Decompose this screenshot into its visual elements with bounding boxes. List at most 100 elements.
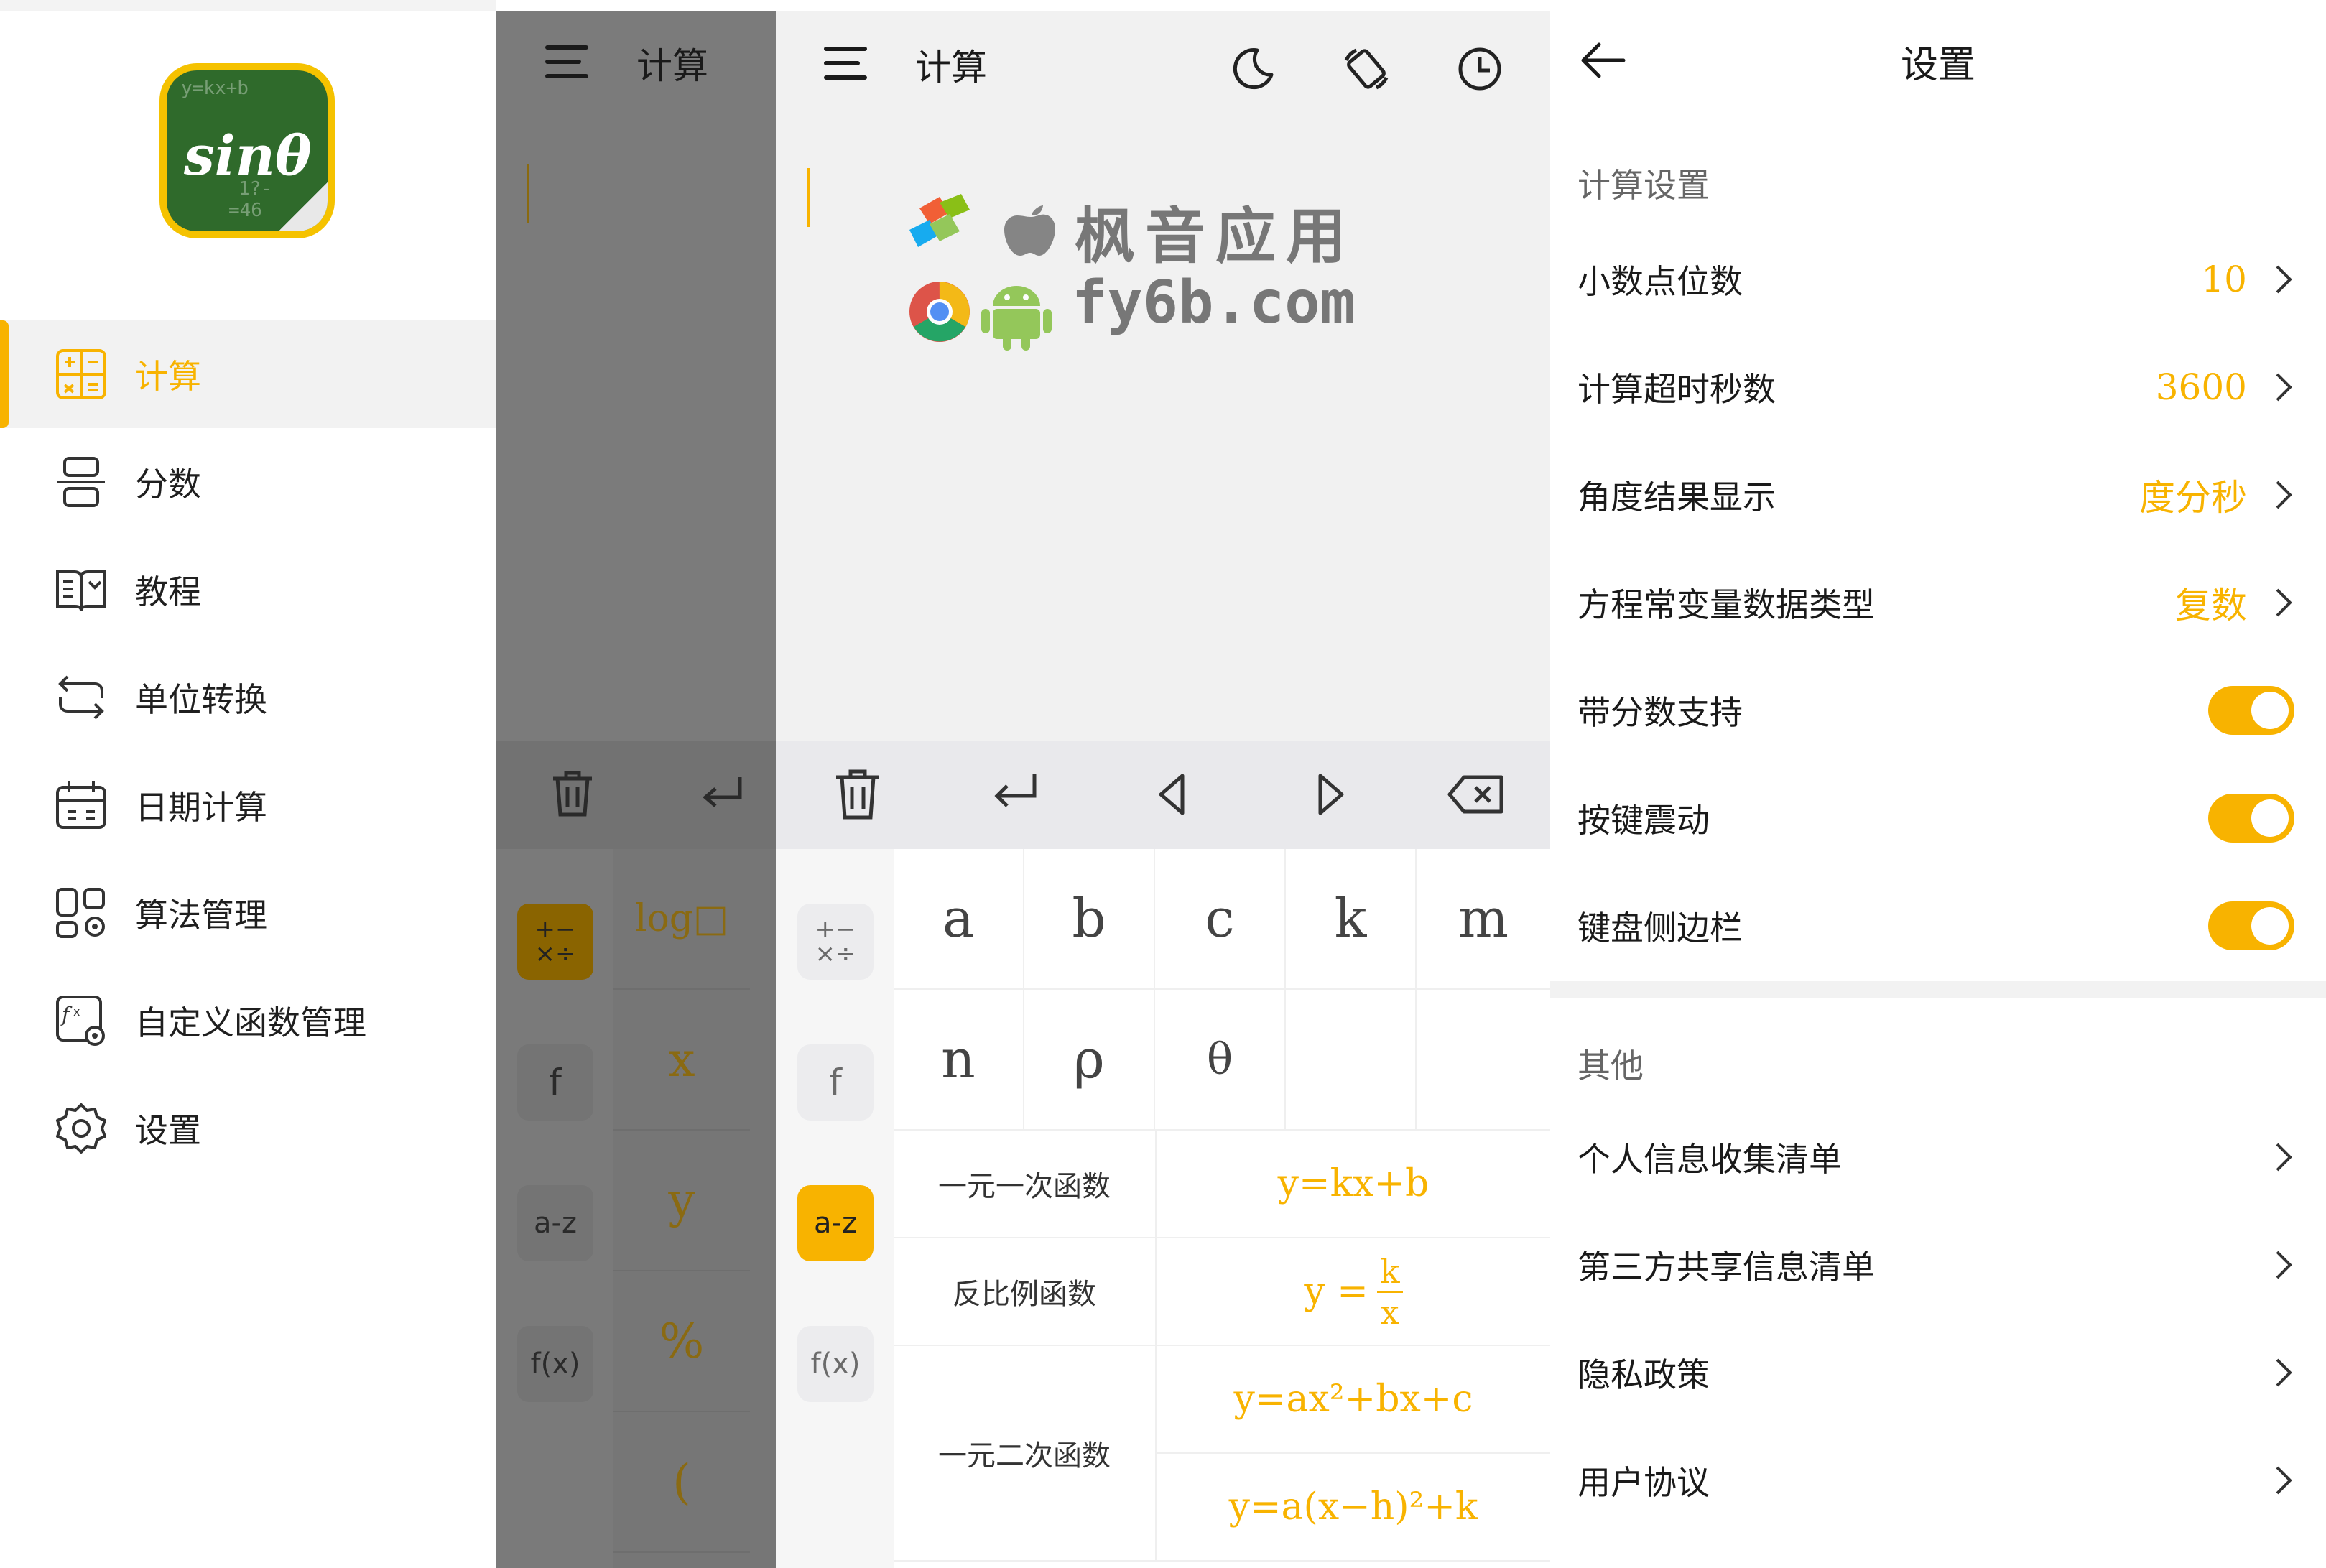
drawer-item-algorithm[interactable]: 算法管理 [0, 859, 496, 967]
fraction: k x [1377, 1255, 1403, 1329]
navigation-drawer: y=kx+b 1?- =46 sinθ 计算 分数 教程 [0, 0, 496, 1568]
history-clock-icon[interactable] [1455, 45, 1504, 93]
calculator-grid-icon [55, 348, 108, 401]
formula-linear[interactable]: y=kx+b [1157, 1131, 1550, 1238]
drawer-item-label: 算法管理 [135, 889, 267, 937]
drawer-item-tutorial[interactable]: 教程 [0, 536, 496, 644]
drawer-item-fraction[interactable]: 分数 [0, 428, 496, 536]
formula-inverse[interactable]: y = k x [1157, 1238, 1550, 1346]
chevron-right-icon [2273, 371, 2294, 403]
drawer-item-calculate[interactable]: 计算 [0, 320, 496, 428]
dimmed-calculator[interactable]: 计算 +− ×÷ f a-z f(x) log□ x y % ( [496, 11, 776, 1568]
backspace-icon[interactable] [1444, 766, 1509, 823]
setting-equation-type[interactable]: 方程常变量数据类型 复数 [1550, 549, 2326, 657]
chevron-right-icon [2273, 1465, 2294, 1496]
variable-keyboard: a b c k m n ρ θ 一元一次函数 y=kx+b 反比例函数 y = … [894, 849, 1550, 1568]
theme-moon-icon[interactable] [1228, 45, 1277, 93]
cursor-right-icon[interactable] [1300, 766, 1358, 823]
setting-timeout[interactable]: 计算超时秒数 3600 [1550, 333, 2326, 441]
key-var-n[interactable]: n [894, 990, 1024, 1131]
sidebar-f-button[interactable]: f [517, 1044, 593, 1121]
key-percent[interactable]: % [613, 1271, 750, 1412]
keyboard-sidebar-toggle[interactable] [2208, 901, 2294, 950]
setting-user-agreement[interactable]: 用户协议 [1550, 1426, 2326, 1534]
setting-label: 按键震动 [1577, 794, 1710, 842]
drawer-item-label: 分数 [135, 458, 201, 506]
status-strip [0, 0, 496, 11]
key-y[interactable]: y [613, 1131, 750, 1271]
drawer-item-date-calc[interactable]: 日期计算 [0, 751, 496, 859]
key-x[interactable]: x [613, 990, 750, 1131]
drawer-item-unit-convert[interactable]: 单位转换 [0, 644, 496, 751]
cursor-left-icon[interactable] [1145, 766, 1203, 823]
key-var-b[interactable]: b [1024, 849, 1155, 990]
chevron-right-icon [2273, 479, 2294, 511]
toggle-knob [2251, 799, 2289, 837]
formula-lhs: y = [1304, 1270, 1368, 1313]
key-var-rho[interactable]: ρ [1024, 990, 1155, 1131]
sidebar-f-button[interactable]: f [797, 1044, 874, 1121]
key-empty [1417, 990, 1550, 1131]
trash-icon[interactable] [829, 766, 886, 823]
drawer-item-settings[interactable]: 设置 [0, 1075, 496, 1182]
setting-third-party-sharing[interactable]: 第三方共享信息清单 [1550, 1211, 2326, 1319]
key-var-m[interactable]: m [1417, 849, 1550, 990]
function-name-inverse: 反比例函数 [894, 1238, 1157, 1346]
algorithm-grid-icon [55, 886, 108, 940]
function-name-linear: 一元一次函数 [894, 1131, 1157, 1238]
drawer-item-label: 日期计算 [135, 781, 267, 829]
gear-icon [55, 1102, 108, 1155]
formula-quadratic-standard[interactable]: y=ax²+bx+c [1157, 1346, 1550, 1454]
key-empty [1286, 990, 1417, 1131]
sidebar-operators-button[interactable]: +− ×÷ [517, 904, 593, 980]
key-var-theta[interactable]: θ [1155, 990, 1286, 1131]
key-log[interactable]: log□ [613, 849, 750, 990]
drawer-item-label: 教程 [135, 566, 201, 613]
sidebar-fx-button[interactable]: f(x) [797, 1326, 874, 1402]
section-title-calc: 计算设置 [1577, 159, 1710, 207]
key-open-paren[interactable]: ( [613, 1412, 750, 1553]
key-var-a[interactable]: a [894, 849, 1024, 990]
setting-keyboard-sidebar: 键盘侧边栏 [1550, 872, 2326, 980]
fraction-numerator: k [1377, 1255, 1403, 1293]
key-vibration-toggle[interactable] [2208, 794, 2294, 843]
chevron-right-icon [2273, 1141, 2294, 1173]
convert-arrows-icon [55, 671, 108, 724]
setting-label: 第三方共享信息清单 [1577, 1241, 1875, 1289]
menu-icon[interactable] [823, 45, 868, 82]
setting-value: 复数 [2175, 577, 2247, 628]
setting-angle-display[interactable]: 角度结果显示 度分秒 [1550, 441, 2326, 549]
menu-icon [545, 43, 589, 80]
enter-icon[interactable] [987, 766, 1044, 823]
sidebar-operators-button[interactable]: +− ×÷ [797, 904, 874, 980]
section-divider [1550, 981, 2326, 998]
setting-mixed-fraction: 带分数支持 [1550, 657, 2326, 764]
setting-label: 键盘侧边栏 [1577, 902, 1743, 950]
setting-label: 用户协议 [1577, 1457, 1710, 1504]
key-var-k[interactable]: k [1286, 849, 1417, 990]
drawer-item-label: 自定义函数管理 [135, 997, 366, 1044]
setting-decimal-places[interactable]: 小数点位数 10 [1550, 226, 2326, 333]
sidebar-fx-button[interactable]: f(x) [517, 1326, 593, 1402]
dim-keyboard-sidebar: +− ×÷ f a-z f(x) [496, 849, 613, 1568]
fraction-icon [55, 455, 108, 509]
book-icon [55, 563, 108, 616]
setting-value: 度分秒 [2139, 469, 2247, 521]
svg-text:x: x [73, 1005, 80, 1019]
setting-privacy-policy[interactable]: 隐私政策 [1550, 1319, 2326, 1426]
formula-quadratic-vertex[interactable]: y=a(x−h)²+k [1157, 1454, 1550, 1562]
key-var-c[interactable]: c [1155, 849, 1286, 990]
setting-label: 带分数支持 [1577, 687, 1743, 734]
mixed-fraction-toggle[interactable] [2208, 686, 2294, 735]
drawer-item-custom-function[interactable]: f x 自定义函数管理 [0, 967, 496, 1075]
rotate-screen-icon[interactable] [1342, 45, 1391, 93]
drawer-item-label: 计算 [135, 351, 201, 398]
keyboard-sidebar: +− ×÷ f a-z f(x) [776, 849, 894, 1568]
chrome-logo-icon [905, 277, 974, 346]
custom-function-icon: f x [55, 994, 108, 1047]
sidebar-az-button[interactable]: a-z [517, 1185, 593, 1261]
setting-personal-info[interactable]: 个人信息收集清单 [1550, 1103, 2326, 1211]
section-title-other: 其他 [1577, 1040, 1644, 1087]
sidebar-az-button[interactable]: a-z [797, 1185, 874, 1261]
watermark-text: 枫音应用 [1075, 188, 1356, 275]
